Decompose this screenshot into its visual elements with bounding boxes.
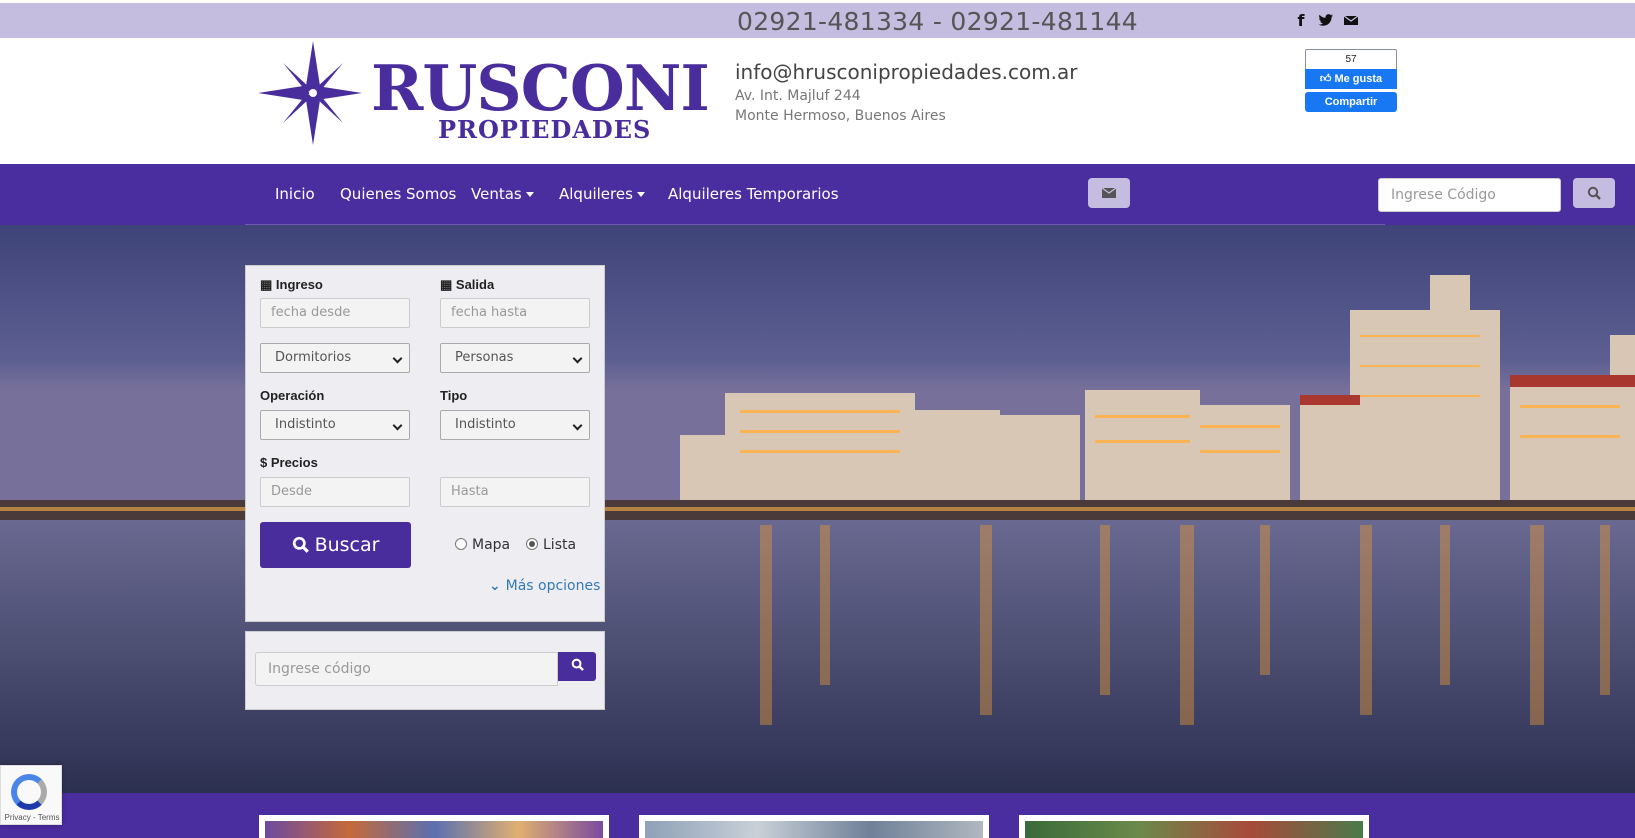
phone-numbers: 02921-481334 - 02921-481144 [737,7,1138,36]
top-bar: 02921-481334 - 02921-481144 f [0,0,1635,38]
nav-alquileres[interactable]: Alquileres [559,164,645,225]
view-lista-radio[interactable]: Lista [526,537,576,553]
featured-card-1[interactable] [259,815,609,838]
nav-inicio[interactable]: Inicio [275,164,315,225]
facebook-icon[interactable]: f [1293,12,1309,30]
nav-contact-button[interactable] [1088,178,1130,208]
contact-email[interactable]: info@hrusconipropiedades.com.ar [735,58,1078,86]
chevron-down-icon: ⌄ [489,578,506,594]
featured-card-2[interactable] [639,815,989,838]
precio-hasta-input[interactable]: Hasta [440,477,590,507]
buscar-button[interactable]: Buscar [260,522,411,568]
mas-opciones-label: Más opciones [505,578,601,594]
radio-unchecked-icon [455,538,467,550]
tipo-label: Tipo [440,388,468,403]
mas-opciones-link[interactable]: ⌄ Más opciones [489,578,600,594]
search-icon [571,658,584,671]
site-header: RUSCONI PROPIEDADES info@hrusconipropied… [0,38,1635,164]
nav-ventas-label: Ventas [471,185,522,203]
logo-wordmark: RUSCONI [371,51,710,125]
calendar-icon: ▦ [440,277,456,292]
contact-info: info@hrusconipropiedades.com.ar Av. Int.… [735,58,1078,126]
fb-share-button[interactable]: Compartir [1305,92,1397,112]
precios-label: $ Precios [260,455,318,470]
fb-like-count: 57 [1305,49,1397,69]
fb-like-label: Me gusta [1334,73,1383,85]
nav-search-button[interactable] [1573,178,1615,208]
operacion-label: Operación [260,388,325,403]
calendar-icon: ▦ [260,277,276,292]
personas-select[interactable]: Personas [440,343,590,373]
code-search-panel: Ingrese código [245,631,605,710]
nav-quienes-somos[interactable]: Quienes Somos [340,164,456,225]
search-icon [292,536,309,553]
salida-label: ▦ Salida [440,277,494,293]
main-nav: Inicio Quienes Somos Ventas Alquileres A… [0,164,1635,225]
lista-label: Lista [543,537,577,553]
ingreso-text: Ingreso [275,277,323,292]
salida-text: Salida [455,277,495,292]
nav-alquileres-label: Alquileres [559,185,633,203]
precio-desde-input[interactable]: Desde [260,477,410,507]
facebook-widget: 57 👍︎ Me gusta Compartir [1305,49,1397,112]
nav-container: Inicio Quienes Somos Ventas Alquileres A… [245,164,1615,225]
code-search-input[interactable]: Ingrese código [255,652,558,686]
thumbs-up-icon: 👍︎ [1319,73,1335,85]
nav-code-search-input[interactable]: Ingrese Código [1378,178,1561,212]
recaptcha-badge[interactable]: Privacy - Terms [0,765,62,825]
fecha-desde-input[interactable]: fecha desde [260,298,410,328]
search-icon [1587,186,1601,200]
compass-star-icon [258,41,362,145]
operacion-select[interactable]: Indistinto [260,410,410,440]
property-search-panel: ▦ Ingreso ▦ Salida fecha desde fecha has… [245,265,605,622]
caret-down-icon [525,192,534,197]
mapa-label: Mapa [472,537,511,553]
dormitorios-select[interactable]: Dormitorios [260,343,410,373]
view-mapa-radio[interactable]: Mapa [455,537,510,553]
address-line-1: Av. Int. Majluf 244 [735,88,861,104]
address-line-2: Monte Hermoso, Buenos Aires [735,108,946,124]
ingreso-label: ▦ Ingreso [260,277,323,293]
code-search-button[interactable] [558,652,596,681]
radio-checked-icon [526,538,538,550]
fb-like-button[interactable]: 👍︎ Me gusta [1305,69,1397,89]
logo-subtitle: PROPIEDADES [438,115,652,144]
featured-image-1 [265,821,603,838]
site-logo[interactable]: RUSCONI PROPIEDADES [258,41,710,146]
nav-alquileres-temporarios[interactable]: Alquileres Temporarios [668,164,839,225]
featured-image-3 [1025,821,1363,838]
caret-down-icon [636,192,645,197]
tipo-select[interactable]: Indistinto [440,410,590,440]
twitter-icon[interactable] [1318,12,1334,30]
featured-image-2 [645,821,983,838]
featured-card-3[interactable] [1019,815,1369,838]
fecha-hasta-input[interactable]: fecha hasta [440,298,590,328]
buscar-label: Buscar [314,534,380,556]
recaptcha-icon [11,774,47,810]
social-links: f [1293,12,1359,30]
recaptcha-text: Privacy - Terms [4,813,60,822]
envelope-icon [1101,187,1117,198]
envelope-icon[interactable] [1343,12,1359,30]
nav-ventas[interactable]: Ventas [471,164,534,225]
